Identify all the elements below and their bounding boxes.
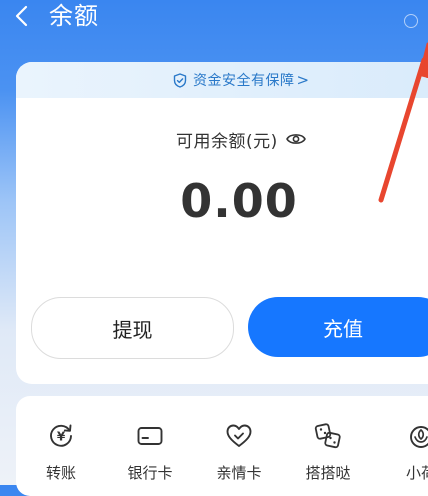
eye-icon[interactable] bbox=[285, 132, 306, 146]
balance-amount: 0.00 bbox=[180, 174, 298, 228]
bank-card-icon bbox=[137, 427, 163, 445]
withdraw-button[interactable]: 提现 bbox=[31, 297, 234, 359]
lotus-icon bbox=[410, 426, 428, 448]
tool-label: 亲情卡 bbox=[216, 464, 262, 482]
tool-dadada[interactable]: 搭搭哒 bbox=[293, 396, 363, 486]
tool-family-card[interactable]: 亲情卡 bbox=[204, 396, 274, 486]
page-title: 余额 bbox=[49, 2, 99, 30]
tool-label: 搭搭哒 bbox=[305, 464, 351, 482]
tools-row: ¥ 转账 银行卡 亲情卡 搭搭哒 小荷 bbox=[16, 396, 428, 496]
tool-transfer[interactable]: ¥ 转账 bbox=[26, 396, 96, 486]
tool-label: 银行卡 bbox=[127, 464, 173, 482]
balance-card: 资金安全有保障 > 可用余额(元) 0.00 提现 充值 bbox=[16, 62, 428, 384]
tool-label: 转账 bbox=[45, 464, 76, 482]
chevron-right-icon: > bbox=[296, 71, 310, 89]
chevron-left-icon[interactable] bbox=[12, 4, 34, 28]
tool-bank-card[interactable]: 银行卡 bbox=[115, 396, 185, 486]
safety-banner[interactable]: 资金安全有保障 > bbox=[16, 62, 428, 98]
balance-label: 可用余额(元) bbox=[176, 131, 278, 152]
yuan-refresh-icon: ¥ bbox=[50, 424, 72, 447]
top-bar: 余额 bbox=[0, 0, 428, 40]
shield-check-icon bbox=[173, 72, 187, 88]
heart-icon bbox=[226, 424, 252, 447]
dice-icon bbox=[314, 423, 341, 449]
safety-text: 资金安全有保障 bbox=[193, 73, 295, 89]
help-circle-icon[interactable] bbox=[404, 14, 418, 28]
tool-xiaohe[interactable]: 小荷 bbox=[386, 396, 428, 486]
svg-text:¥: ¥ bbox=[57, 430, 66, 444]
tool-label: 小荷 bbox=[405, 464, 428, 482]
recharge-button[interactable]: 充值 bbox=[248, 297, 428, 357]
balance-label-row: 可用余额(元) bbox=[176, 128, 306, 152]
